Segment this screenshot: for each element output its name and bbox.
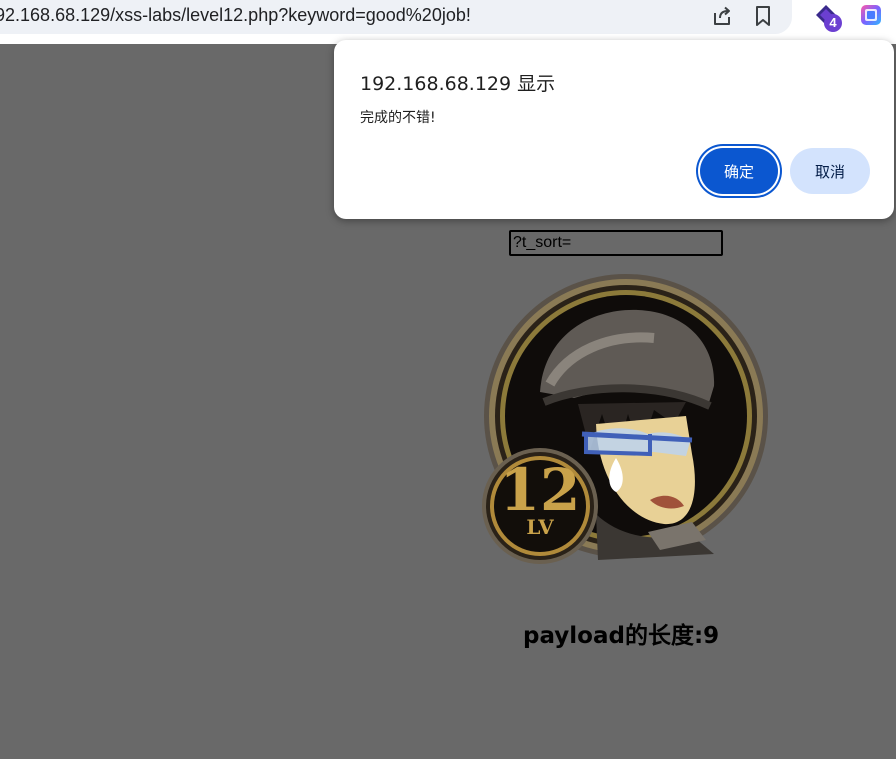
dialog-title: 192.168.68.129 显示 (360, 73, 556, 95)
browser-toolbar: /192.168.68.129/xss-labs/level12.php?key… (0, 0, 896, 44)
extension-badge: 4 (824, 14, 842, 32)
level-number: 12 (499, 456, 581, 524)
payload-length-text: payload的长度:9 (523, 623, 720, 649)
bookmark-icon[interactable] (751, 4, 775, 28)
url-text[interactable]: /192.168.68.129/xss-labs/level12.php?key… (0, 5, 471, 26)
cancel-button[interactable]: 取消 (790, 148, 870, 194)
extension-2-icon[interactable] (859, 3, 883, 27)
ok-button[interactable]: 确定 (700, 148, 778, 194)
level-badge: 12 LV (490, 458, 590, 568)
share-icon[interactable] (710, 4, 734, 28)
address-bar[interactable]: /192.168.68.129/xss-labs/level12.php?key… (0, 0, 792, 34)
dialog-message: 完成的不错! (360, 110, 436, 126)
alert-dialog: 192.168.68.129 显示 完成的不错! 确定 取消 (334, 40, 894, 219)
search-input[interactable] (509, 230, 723, 256)
